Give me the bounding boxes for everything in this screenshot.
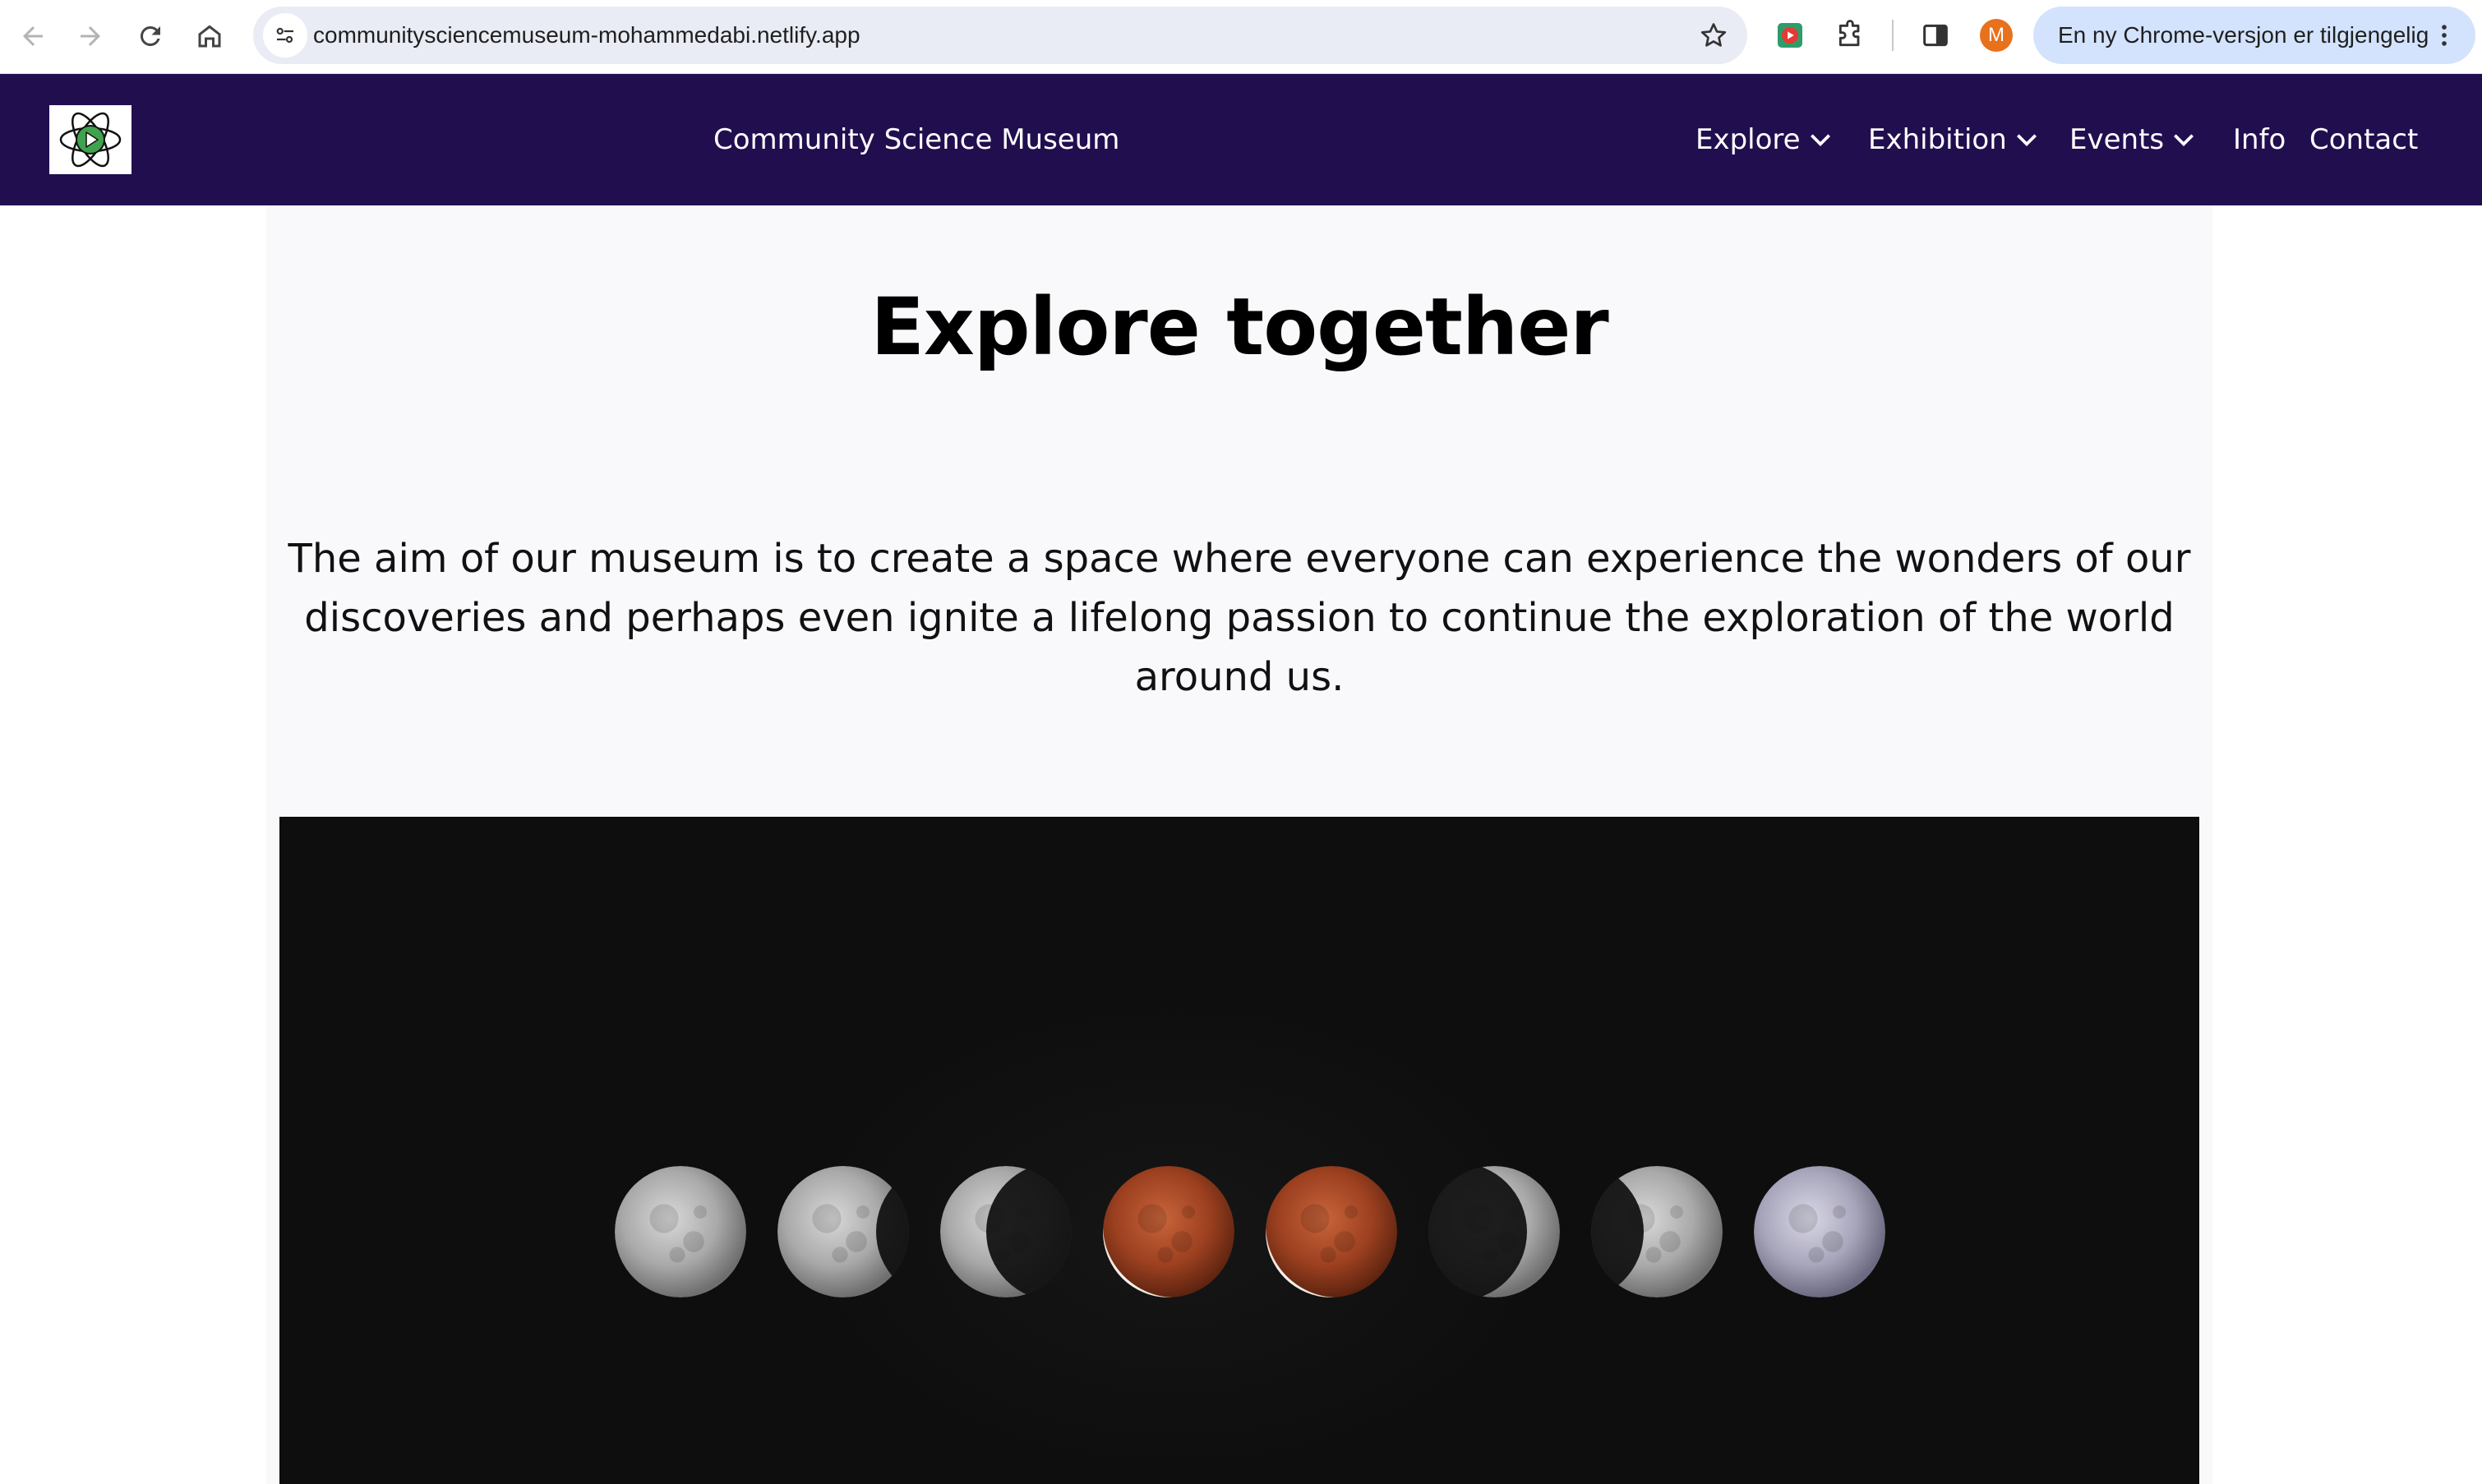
nav-explore-label: Explore bbox=[1695, 123, 1801, 156]
forward-button[interactable] bbox=[66, 12, 115, 61]
nav-explore[interactable]: Explore bbox=[1695, 74, 1834, 205]
nav-contact[interactable]: Contact bbox=[2309, 74, 2418, 205]
profile-avatar[interactable]: M bbox=[1980, 19, 2013, 52]
reload-icon bbox=[140, 25, 160, 46]
site-header: Community Science Museum Explore Exhibit… bbox=[0, 74, 2482, 205]
chrome-update-button[interactable]: En ny Chrome-versjon er tilgjengelig bbox=[2033, 7, 2475, 64]
site-settings-button[interactable] bbox=[263, 13, 307, 58]
page-title: Explore together bbox=[870, 281, 1608, 373]
forward-arrow-icon bbox=[81, 26, 100, 46]
intro-paragraph: The aim of our museum is to create a spa… bbox=[288, 536, 2191, 700]
address-bar[interactable]: communitysciencemuseum-mohammedabi.netli… bbox=[253, 7, 1747, 64]
bookmark-button[interactable] bbox=[1695, 16, 1732, 54]
reload-button[interactable] bbox=[126, 12, 175, 61]
nav-info[interactable]: Info bbox=[2233, 74, 2286, 205]
side-panel-button[interactable] bbox=[1917, 16, 1954, 54]
extensions-menu-button[interactable] bbox=[1831, 16, 1869, 54]
toolbar-divider bbox=[1892, 20, 1894, 51]
nav-events-label: Events bbox=[2069, 123, 2165, 156]
home-icon bbox=[198, 25, 221, 48]
atom-logo-icon bbox=[59, 112, 122, 168]
main-content: Explore together The aim of our museum i… bbox=[266, 205, 2212, 1484]
extension-button[interactable] bbox=[1771, 16, 1809, 54]
chrome-update-label: En ny Chrome-versjon er tilgjengelig bbox=[2058, 22, 2429, 48]
nav-exhibition[interactable]: Exhibition bbox=[1868, 74, 2040, 205]
chevron-down-icon bbox=[2016, 134, 2037, 146]
site-title[interactable]: Community Science Museum bbox=[713, 74, 1119, 205]
moon-phase bbox=[1754, 1166, 1885, 1297]
nav-exhibition-label: Exhibition bbox=[1868, 123, 2007, 156]
back-button[interactable] bbox=[8, 12, 58, 61]
chrome-menu-button[interactable] bbox=[2428, 19, 2461, 52]
nav-info-label: Info bbox=[2233, 123, 2286, 156]
browser-toolbar: communitysciencemuseum-mohammedabi.netli… bbox=[0, 0, 2482, 74]
puzzle-icon bbox=[1838, 20, 1860, 47]
nav-events[interactable]: Events bbox=[2069, 74, 2197, 205]
bookmark-star-icon bbox=[1700, 23, 1727, 47]
chevron-down-icon bbox=[1810, 134, 1830, 146]
home-button[interactable] bbox=[185, 12, 234, 61]
extension-icon bbox=[1778, 23, 1802, 48]
museum-logo[interactable] bbox=[49, 105, 131, 174]
lunar-eclipse-illustration bbox=[279, 817, 2199, 1484]
nav-contact-label: Contact bbox=[2309, 123, 2419, 156]
url-text[interactable]: communitysciencemuseum-mohammedabi.netli… bbox=[313, 7, 860, 64]
site-settings-icon bbox=[276, 27, 293, 44]
chevron-down-icon bbox=[2174, 134, 2194, 146]
side-panel-icon bbox=[1923, 24, 1948, 47]
lunar-eclipse-image bbox=[279, 817, 2199, 1484]
kebab-menu-icon bbox=[2442, 25, 2447, 46]
moon-phase bbox=[615, 1166, 746, 1297]
back-arrow-icon bbox=[23, 26, 43, 46]
